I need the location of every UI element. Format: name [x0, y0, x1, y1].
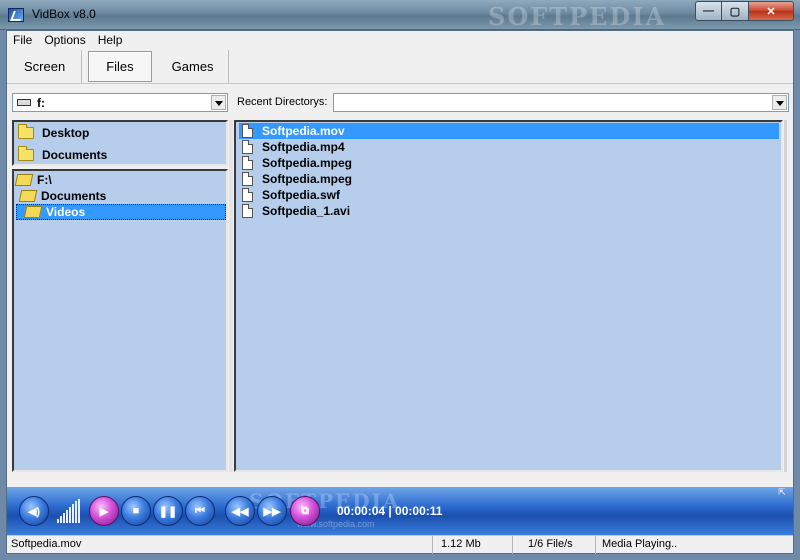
file-name: Softpedia.mp4 [262, 140, 345, 154]
main-window: File Options Help Screen Files Games f: … [6, 30, 794, 554]
file-icon [242, 188, 253, 202]
menu-bar: File Options Help [7, 31, 793, 50]
stop-icon: ■ [132, 505, 140, 517]
window-controls: — ▢ ✕ [695, 1, 794, 21]
menu-help[interactable]: Help [92, 31, 129, 50]
directory-tree: F:\ Documents Videos [12, 169, 228, 472]
tab-screen[interactable]: Screen [7, 50, 83, 83]
file-item[interactable]: Softpedia.mpeg [239, 171, 779, 187]
maximize-button[interactable]: ▢ [722, 1, 749, 21]
snapshot-button[interactable]: ⧉ [290, 496, 320, 526]
file-name: Softpedia.mpeg [262, 172, 353, 186]
file-name: Softpedia_1.avi [262, 204, 351, 218]
softpedia-watermark: SOFTPEDIA [488, 2, 667, 31]
stop-button[interactable]: ■ [121, 496, 151, 526]
folder-icon [18, 146, 34, 161]
directory-toolbar: f: Recent Directorys: [7, 84, 793, 116]
drive-select[interactable]: f: [12, 93, 228, 112]
favorite-documents[interactable]: Documents [18, 145, 107, 165]
forward-button[interactable]: ▶▶ [257, 496, 287, 526]
file-name: Softpedia.swf [262, 188, 341, 202]
tree-item-videos[interactable]: Videos [16, 204, 226, 220]
speaker-icon: ◀) [27, 505, 41, 518]
tree-item-label: Documents [41, 189, 107, 203]
open-folder-icon [18, 190, 38, 202]
snapshot-icon: ⧉ [301, 504, 309, 517]
favorites-panel: Desktop Documents [12, 120, 228, 166]
pause-button[interactable]: ❚❚ [153, 496, 183, 526]
previous-button[interactable]: ⏮ [185, 496, 215, 526]
status-current-file: Softpedia.mov [11, 538, 82, 550]
tree-item-label: F:\ [37, 173, 52, 187]
rewind-button[interactable]: ◀◀ [225, 496, 255, 526]
resize-icon[interactable]: ⇱ [775, 487, 789, 501]
status-file-size: 1.12 Mb [432, 536, 512, 554]
file-item[interactable]: Softpedia.swf [239, 187, 779, 203]
file-icon [242, 124, 253, 138]
file-item[interactable]: Softpedia.mov [239, 123, 779, 139]
status-file-count: 1/6 File/s [512, 536, 595, 554]
window-title: VidBox v8.0 [32, 7, 96, 21]
file-icon [242, 140, 253, 154]
favorite-label: Desktop [42, 126, 90, 140]
tree-item-label: Videos [46, 205, 86, 219]
file-list: Softpedia.mov Softpedia.mp4 Softpedia.mp… [234, 120, 783, 472]
player-control-bar: SOFTPEDIA www.softpedia.com ◀) ▶ ■ ❚❚ ⏮ [7, 487, 793, 535]
favorite-label: Documents [42, 148, 108, 162]
tab-files[interactable]: Files [88, 51, 152, 82]
tab-games[interactable]: Games [158, 50, 229, 83]
tab-strip: Screen Files Games [7, 50, 793, 84]
play-icon: ▶ [99, 505, 109, 518]
chevron-down-icon[interactable] [211, 95, 226, 110]
menu-file[interactable]: File [7, 31, 38, 50]
close-button[interactable]: ✕ [749, 1, 794, 21]
fast-forward-icon: ▶▶ [263, 505, 281, 518]
favorite-desktop[interactable]: Desktop [18, 123, 89, 143]
folder-icon [18, 124, 34, 139]
play-button[interactable]: ▶ [89, 496, 119, 526]
volume-slider[interactable] [57, 499, 81, 523]
file-list-scrollbar[interactable] [784, 120, 787, 472]
title-bar: VidBox v8.0 SOFTPEDIA — ▢ ✕ [0, 0, 800, 31]
chevron-down-icon[interactable] [772, 95, 787, 110]
file-name: Softpedia.mpeg [262, 156, 353, 170]
tree-item-drive[interactable]: F:\ [14, 172, 52, 188]
file-icon [242, 204, 253, 218]
file-name: Softpedia.mov [262, 124, 345, 138]
recent-directories-label: Recent Directorys: [237, 96, 328, 108]
playback-time: 00:00:04 | 00:00:11 [337, 504, 443, 518]
menu-options[interactable]: Options [38, 31, 91, 50]
audio-button[interactable]: ◀) [19, 496, 49, 526]
status-bar: Softpedia.mov 1.12 Mb 1/6 File/s Media P… [7, 535, 793, 554]
pause-icon: ❚❚ [158, 505, 178, 518]
rewind-icon: ◀◀ [231, 505, 249, 518]
skip-back-icon: ⏮ [195, 504, 205, 517]
file-icon [242, 156, 253, 170]
panel-splitter[interactable] [229, 120, 233, 472]
status-playback-state: Media Playing.. [595, 536, 793, 554]
vidbox-app-icon [8, 8, 24, 22]
open-folder-icon [14, 174, 34, 186]
recent-directories-select[interactable] [333, 93, 789, 112]
tree-item-documents[interactable]: Documents [18, 188, 107, 204]
minimize-button[interactable]: — [695, 1, 722, 21]
file-item[interactable]: Softpedia_1.avi [239, 203, 779, 219]
drive-icon [17, 99, 31, 106]
file-icon [242, 172, 253, 186]
open-folder-icon [23, 206, 43, 218]
file-item[interactable]: Softpedia.mpeg [239, 155, 779, 171]
file-item[interactable]: Softpedia.mp4 [239, 139, 779, 155]
drive-value: f: [37, 96, 45, 110]
